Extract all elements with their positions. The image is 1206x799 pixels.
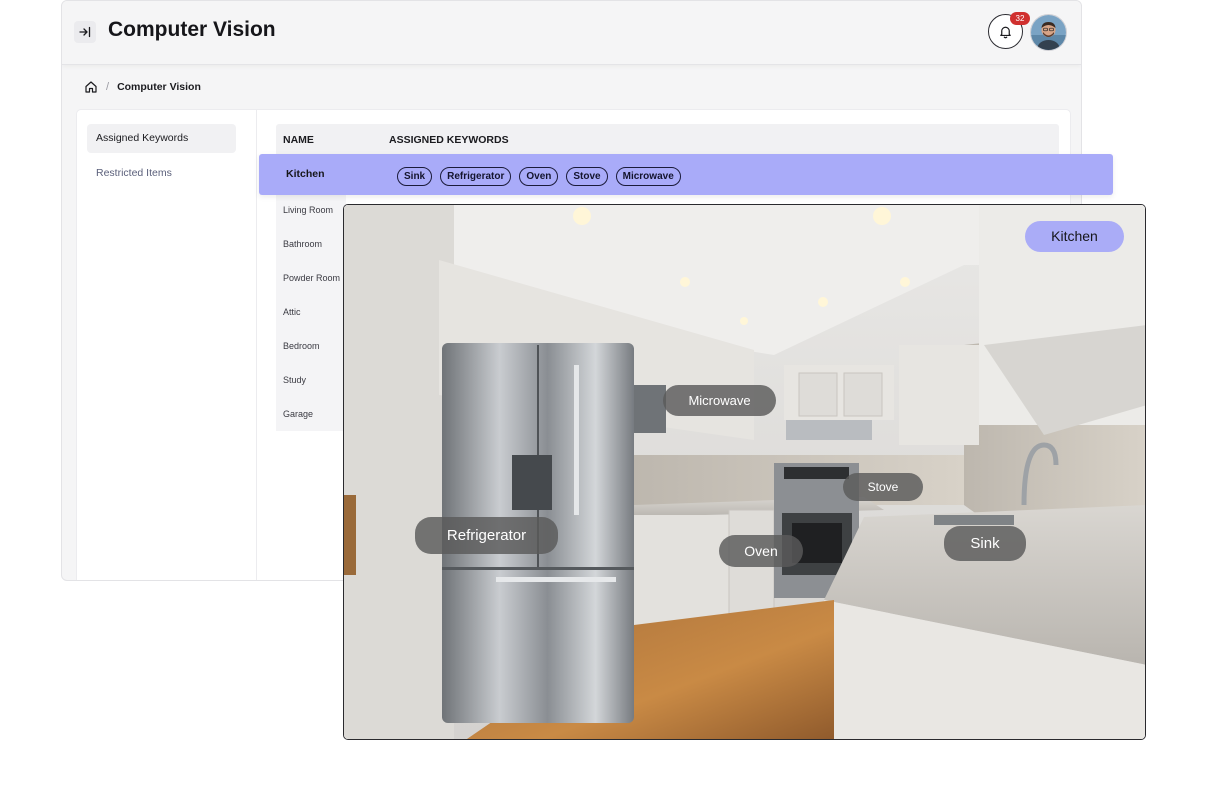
breadcrumb-separator: /: [106, 81, 110, 93]
collapse-sidebar-button[interactable]: [74, 21, 96, 43]
detection-tag-sink[interactable]: Sink: [944, 526, 1026, 561]
detection-tag-microwave[interactable]: Microwave: [663, 385, 776, 416]
top-bar: Computer Vision 32: [62, 1, 1081, 65]
detection-tag-stove[interactable]: Stove: [843, 473, 923, 501]
detection-tag-oven[interactable]: Oven: [719, 535, 803, 567]
keyword-chip[interactable]: Refrigerator: [440, 167, 512, 186]
keyword-chip[interactable]: Oven: [519, 167, 559, 186]
keyword-chips: Sink Refrigerator Oven Stove Microwave: [397, 167, 681, 186]
breadcrumb: / Computer Vision: [84, 80, 201, 94]
table-row[interactable]: Study: [276, 363, 346, 397]
table-row-selected[interactable]: Kitchen Sink Refrigerator Oven Stove Mic…: [259, 154, 1113, 195]
kitchen-photo: [344, 205, 1145, 739]
table-row[interactable]: Living Room: [276, 193, 346, 227]
table-row[interactable]: Bedroom: [276, 329, 346, 363]
detection-tag-refrigerator[interactable]: Refrigerator: [415, 517, 558, 554]
bell-icon: [1000, 26, 1011, 39]
page-title: Computer Vision: [108, 18, 276, 41]
user-avatar[interactable]: [1030, 14, 1067, 51]
table-header: NAME ASSIGNED KEYWORDS: [276, 124, 1059, 156]
keyword-chip[interactable]: Stove: [566, 167, 608, 186]
keyword-chip[interactable]: Microwave: [615, 167, 681, 186]
table-row[interactable]: Powder Room: [276, 261, 346, 295]
column-header-keywords: ASSIGNED KEYWORDS: [389, 134, 509, 146]
kitchen-photo-preview: Kitchen Microwave Stove Refrigerator Ove…: [343, 204, 1146, 740]
column-header-name: NAME: [283, 134, 314, 146]
nav-item-assigned-keywords[interactable]: Assigned Keywords: [87, 124, 236, 153]
row-name: Kitchen: [286, 168, 325, 180]
keywords-table: NAME ASSIGNED KEYWORDS Living Room Bathr…: [276, 124, 1059, 431]
arrow-to-right-icon: [79, 26, 91, 38]
keyword-chip[interactable]: Sink: [397, 167, 433, 186]
table-row[interactable]: Garage: [276, 397, 346, 431]
breadcrumb-current: Computer Vision: [117, 81, 201, 93]
table-row[interactable]: Bathroom: [276, 227, 346, 261]
notification-count-badge: 32: [1010, 12, 1030, 25]
table-row[interactable]: Attic: [276, 295, 346, 329]
section-nav: Assigned Keywords Restricted Items: [77, 110, 257, 580]
home-icon[interactable]: [84, 80, 98, 94]
nav-item-restricted-items[interactable]: Restricted Items: [87, 159, 236, 188]
scene-label: Kitchen: [1025, 221, 1124, 252]
